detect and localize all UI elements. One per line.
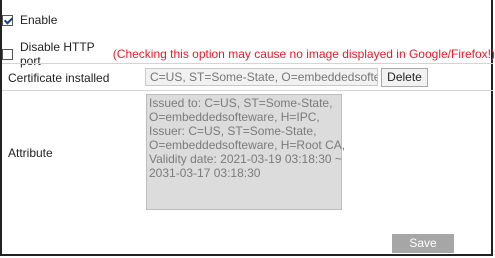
- attribute-line: Validity date: 2021-03-19 03:18:30 ~: [149, 152, 342, 166]
- divider: [2, 63, 493, 64]
- enable-label: Enable: [20, 13, 58, 27]
- attribute-line: 2031-03-17 03:18:30: [149, 166, 261, 180]
- disable-http-checkbox[interactable]: [2, 48, 13, 60]
- attribute-line: Issued to: C=US, ST=Some-State,: [149, 96, 333, 110]
- attribute-textarea[interactable]: Issued to: C=US, ST=Some-State, O=embedd…: [146, 94, 346, 210]
- attribute-line: O=embeddedsofteware, H=Root CA,: [149, 138, 346, 152]
- delete-button[interactable]: Delete: [381, 68, 428, 87]
- divider: [2, 90, 493, 91]
- enable-checkbox[interactable]: [2, 14, 13, 26]
- attribute-line: O=embeddedsofteware, H=IPC,: [149, 110, 320, 124]
- certificate-label: Certificate installed: [8, 71, 110, 85]
- enable-row: Enable: [2, 13, 57, 27]
- attribute-line: Issuer: C=US, ST=Some-State,: [149, 124, 317, 138]
- disable-http-warning: (Checking this option may cause no image…: [112, 47, 495, 61]
- certificate-field[interactable]: C=US, ST=Some-State, O=embeddedsoftew: [145, 68, 378, 86]
- attribute-label: Attribute: [8, 146, 53, 160]
- save-button[interactable]: Save: [392, 234, 454, 253]
